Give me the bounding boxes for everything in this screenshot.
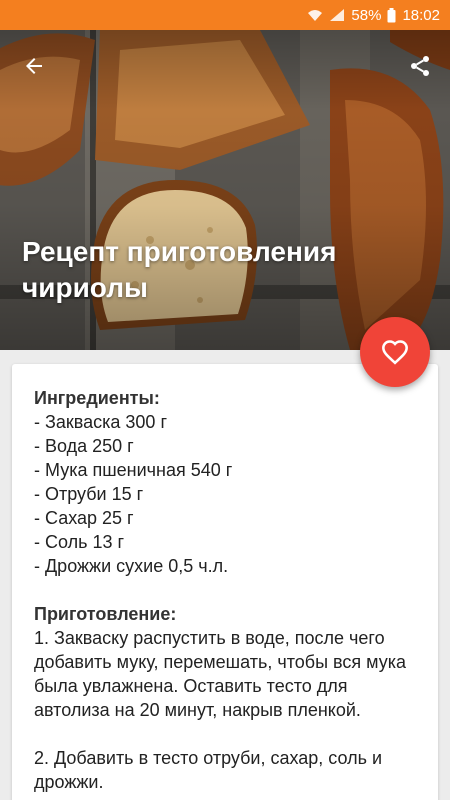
ingredient-item: - Закваска 300 г	[34, 412, 168, 432]
favorite-button[interactable]	[360, 317, 430, 387]
ingredients-title: Ингредиенты:	[34, 388, 160, 408]
back-button[interactable]	[16, 48, 52, 84]
ingredient-item: - Вода 250 г	[34, 436, 134, 456]
ingredient-item: - Соль 13 г	[34, 532, 125, 552]
hero-image: Рецепт приготовления чириолы	[0, 30, 450, 350]
ingredient-item: - Отруби 15 г	[34, 484, 144, 504]
ingredient-item: - Сахар 25 г	[34, 508, 134, 528]
battery-percent: 58%	[351, 6, 382, 24]
arrow-back-icon	[26, 58, 42, 74]
ingredient-item: - Дрожжи сухие 0,5 ч.л.	[34, 556, 229, 576]
page-title: Рецепт приготовления чириолы	[22, 236, 337, 303]
ingredient-item: - Мука пшеничная 540 г	[34, 460, 233, 480]
wifi-icon	[307, 8, 323, 22]
recipe-card: Ингредиенты: - Закваска 300 г - Вода 250…	[12, 364, 438, 800]
heart-outline-icon	[382, 340, 408, 365]
preparation-step: 2. Добавить в тесто отруби, сахар, соль …	[34, 748, 383, 792]
share-button[interactable]	[402, 48, 438, 84]
clock: 18:02	[402, 6, 440, 24]
battery-icon	[387, 7, 396, 23]
status-bar: 58% 18:02	[0, 0, 450, 30]
signal-icon	[329, 8, 345, 22]
preparation-title: Приготовление:	[34, 604, 177, 624]
preparation-step: 1. Закваску распустить в воде, после чег…	[34, 628, 407, 720]
share-icon	[411, 56, 429, 76]
